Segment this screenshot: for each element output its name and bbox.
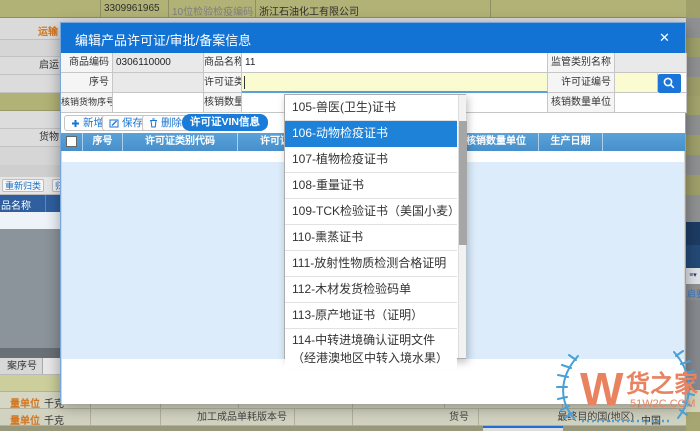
writeoff-unit-field[interactable] <box>615 93 687 113</box>
search-icon <box>662 76 676 90</box>
watermark-logo: W 货之家 51W2C.COM <box>552 350 700 428</box>
bg-clip-text: 启要 <box>687 287 700 300</box>
supervise-label: 监管类别名称 <box>548 53 615 73</box>
seq-field <box>113 73 204 93</box>
writeoff-seq-field[interactable] <box>113 93 204 113</box>
bg-reg-code: 3309961965 <box>104 3 160 14</box>
dropdown-scrollbar[interactable] <box>458 95 466 358</box>
scrollbar-thumb[interactable] <box>459 121 467 245</box>
text-caret <box>244 76 245 89</box>
laurel-left-icon <box>557 355 578 418</box>
bg-field-hint: 10位检验检疫编码 <box>172 3 253 18</box>
license-no-input[interactable] <box>615 73 658 93</box>
dropdown-item[interactable]: 112-木材发货检验码单 <box>285 277 457 303</box>
dropdown-item[interactable]: 110-熏蒸证书 <box>285 225 457 251</box>
license-search-button[interactable] <box>658 74 681 93</box>
product-name-label: 商品名称 <box>204 53 242 73</box>
dropdown-item[interactable]: 113-原产地证书（证明） <box>285 303 457 329</box>
dropdown-item[interactable]: 109-TCK检验证书（美国小麦） <box>285 199 457 225</box>
bg-transport-label: 运输 <box>0 23 58 38</box>
app-screen: 3309961965 10位检验检疫编码 浙江石油化工有限公司 运输 启运 货物… <box>0 0 700 431</box>
bg-grid-header: 品名称 <box>0 195 60 212</box>
bg-button-strip: 重新归类 归类 <box>0 177 60 195</box>
product-name-field[interactable]: 11 <box>242 53 548 73</box>
writeoff-seq-label: 核销货物序号 <box>61 93 113 113</box>
plus-icon <box>71 119 80 128</box>
select-all-checkbox[interactable] <box>66 136 77 147</box>
dropdown-item-selected[interactable]: 106-动物检疫证书 <box>285 121 457 147</box>
dropdown-item[interactable]: 108-重量证书 <box>285 173 457 199</box>
writeoff-qty-label: 核销数量 <box>204 93 242 113</box>
product-code-field: 0306110000 <box>113 53 204 73</box>
edit-icon <box>109 118 119 128</box>
bg-goods-label: 货物 <box>0 128 62 147</box>
header-checkbox-cell <box>61 133 83 151</box>
modal-title-bar: 编辑产品许可证/审批/备案信息 ✕ <box>61 23 685 53</box>
col-seq[interactable]: 序号 <box>83 133 123 151</box>
bg-company-name: 浙江石油化工有限公司 <box>259 3 359 18</box>
dropdown-item[interactable]: 105-兽医(卫生)证书 <box>285 95 457 121</box>
bg-consumption-label: 加工成品单耗版本号 <box>180 408 290 427</box>
bg-focused-cell <box>483 426 563 431</box>
supervise-field <box>615 53 687 73</box>
license-type-input[interactable] <box>242 73 548 93</box>
close-icon[interactable]: ✕ <box>659 30 670 46</box>
dropdown-item[interactable]: 111-放射性物质检测合格证明 <box>285 251 457 277</box>
col-prod-date[interactable]: 生产日期 <box>539 133 603 151</box>
trash-icon <box>149 118 158 128</box>
reclassify-button[interactable]: 重新归类 <box>2 179 44 192</box>
product-code-label: 商品编码 <box>61 53 113 73</box>
bg-filter-icon[interactable]: ≡▾ <box>686 268 700 284</box>
dropdown-item[interactable]: 107-植物检疫证书 <box>285 147 457 173</box>
bg-start-label: 启运 <box>0 56 62 75</box>
bg-record-no-label: 案序号 <box>0 357 40 376</box>
bg-empty-panel <box>0 229 60 348</box>
watermark-letter: W <box>580 363 624 415</box>
col-filler <box>603 133 685 151</box>
seq-label: 序号 <box>61 73 113 93</box>
bg-top-row: 3309961965 10位检验检疫编码 浙江石油化工有限公司 <box>0 0 700 18</box>
license-vin-button[interactable]: 许可证VIN信息 <box>182 114 268 131</box>
writeoff-unit-label: 核销数量单位 <box>548 93 615 113</box>
col-license-type-code[interactable]: 许可证类别代码 <box>123 133 238 151</box>
license-type-dropdown: 105-兽医(卫生)证书 106-动物检疫证书 107-植物检疫证书 108-重… <box>284 94 466 359</box>
license-type-label: 许可证类别 <box>204 73 242 93</box>
license-no-label: 许可证编号 <box>548 73 615 93</box>
watermark-site: 51W2C.COM <box>630 398 695 410</box>
dropdown-item[interactable]: 114-中转进境确认证明文件（经港澳地区中转入境水果） <box>285 329 457 369</box>
watermark-brand: 货之家 <box>626 370 698 398</box>
modal-title: 编辑产品许可证/审批/备案信息 <box>75 30 251 49</box>
bg-itemno-label: 货号 <box>430 408 472 427</box>
